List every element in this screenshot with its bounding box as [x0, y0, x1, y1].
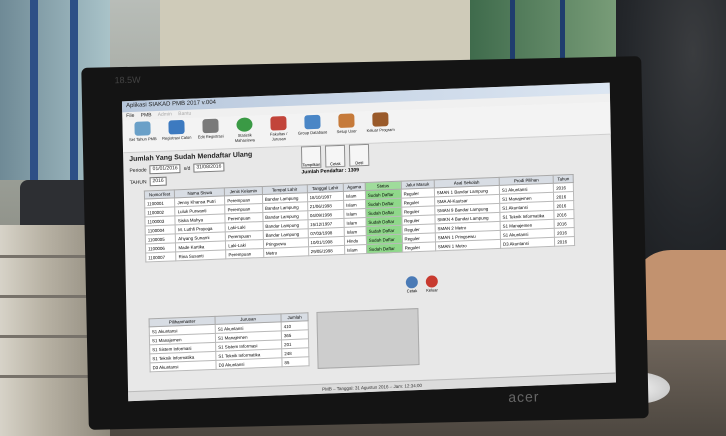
menu-bantu[interactable]: Bantu — [178, 111, 191, 118]
registrant-table: NomorTest Nama Siswa Jenis Kelamin Tempat L… — [144, 174, 575, 262]
menu-file[interactable]: File — [126, 113, 134, 119]
table-cell: D3 Akuntansi — [500, 237, 555, 249]
jurusan-table: Pilihanmaster Jurusan Jumlah S1 Akuntansi S… — [149, 312, 310, 372]
table-cell: D3 Akuntansi — [149, 360, 217, 372]
periode-label: Periode — [129, 166, 147, 174]
date-from-field[interactable]: 01/01/2016 — [149, 164, 181, 175]
tampilkan-button[interactable]: Tampilkan — [300, 145, 322, 169]
table-cell: Islam — [344, 244, 367, 255]
menu-admin[interactable]: Admin — [158, 111, 172, 118]
exit-icon — [372, 112, 389, 127]
edit-registrasi-button[interactable]: Edit Registrasi — [194, 116, 227, 149]
database-icon — [304, 114, 321, 130]
registrasi-calon-button[interactable]: Registrasi Calon — [160, 118, 193, 151]
group-database-button[interactable]: Group Database — [296, 112, 329, 145]
calendar-icon — [134, 121, 151, 136]
cetak-action-button[interactable]: Cetak — [405, 276, 418, 293]
set-tahun-button[interactable]: Set Tahun PMB — [126, 119, 159, 152]
keluar-action-button[interactable]: Keluar — [425, 275, 438, 293]
table-cell: Sudah Daftar — [366, 243, 403, 254]
keluar-program-button[interactable]: Keluar Program — [364, 110, 397, 143]
table-cell: Perempuan — [225, 248, 264, 259]
photo-scene: 18.5W acer Aplikasi SIAKAD PMB 2017 v.00… — [0, 0, 726, 436]
books-icon — [270, 116, 287, 131]
table-cell: SMAN 1 Metro — [435, 239, 501, 251]
sd-label: s/d — [183, 165, 191, 172]
fakultas-jurusan-button[interactable]: Fakultas / Jurusan — [262, 114, 295, 147]
statistik-button[interactable]: Statistik Mahasiswa — [228, 115, 261, 148]
window-title: Aplikasi SIAKAD PMB 2017 v.004 — [126, 99, 217, 110]
brand-logo: acer — [508, 388, 540, 406]
monitor: 18.5W acer Aplikasi SIAKAD PMB 2017 v.00… — [81, 56, 649, 430]
tahun-field[interactable]: 2016 — [149, 176, 167, 187]
app-window: Aplikasi SIAKAD PMB 2017 v.004 File PMB … — [121, 82, 616, 402]
table-cell: 85 — [281, 356, 310, 367]
user-icon — [168, 119, 185, 135]
table-cell: 2016 — [554, 236, 575, 247]
power-icon — [425, 275, 438, 288]
cetak-button[interactable]: Cetak — [324, 144, 346, 168]
users-icon — [338, 113, 355, 129]
table-cell: 1100007 — [145, 251, 177, 262]
setup-user-button[interactable]: Setup User — [330, 111, 363, 144]
jumlah-value: 1309 — [347, 167, 360, 174]
table-cell: D3 Akuntansi — [215, 357, 283, 370]
building-icon — [202, 118, 219, 134]
action-buttons: Tampilkan Cetak Detil — [300, 143, 370, 169]
bezel-sticker: 18.5W — [114, 74, 141, 86]
tahun-label: TAHUN — [129, 178, 147, 186]
grid-empty-area — [316, 308, 420, 369]
chart-icon — [236, 117, 253, 132]
printer-icon — [405, 276, 418, 289]
status-bar: PMB – Tanggal: 31 Agustus 2016 – Jam: 12… — [128, 372, 616, 402]
table-cell: 29/05/1998 — [308, 245, 345, 256]
table-cell: Metro — [263, 246, 309, 258]
table-cell: Reguler — [402, 241, 436, 253]
table-cell: Rina Susanti — [176, 249, 227, 261]
date-to-field[interactable]: 31/08/2016 — [193, 162, 225, 173]
detil-button[interactable]: Detil — [348, 143, 370, 167]
menu-pmb[interactable]: PMB — [141, 112, 152, 118]
